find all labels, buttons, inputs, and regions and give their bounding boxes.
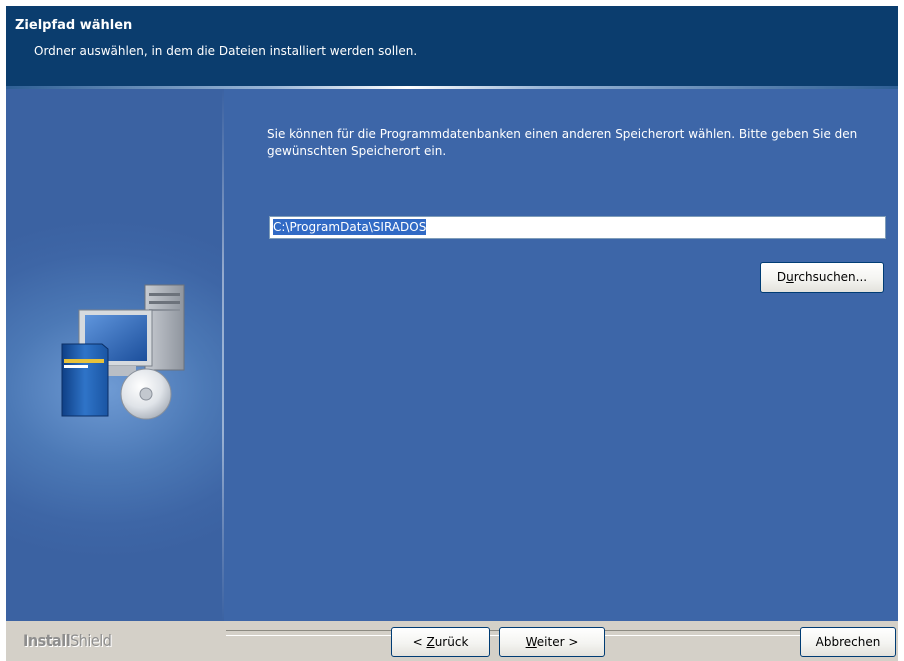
back-label-accel: Z: [426, 635, 435, 649]
page-subtitle: Ordner auswählen, in dem die Dateien ins…: [34, 44, 418, 58]
brand-light: Shield: [70, 631, 112, 650]
back-label-post: urück: [434, 635, 469, 649]
button-bar: InstallShield < Zurück Weiter > Abbreche…: [6, 621, 898, 661]
side-banner: [6, 89, 224, 621]
next-button[interactable]: Weiter >: [499, 627, 605, 657]
installshield-logo: InstallShield: [23, 631, 112, 650]
page-title: Zielpfad wählen: [15, 18, 133, 33]
brand-bold: Install: [23, 631, 71, 650]
browse-label-accel: u: [786, 270, 794, 284]
dialog-header: Zielpfad wählen Ordner auswählen, in dem…: [6, 6, 898, 86]
install-path-input[interactable]: C:\ProgramData\SIRADOS: [269, 216, 886, 239]
browse-button[interactable]: Durchsuchen...: [760, 262, 884, 293]
browse-label-post: rchsuchen...: [793, 270, 868, 284]
content-panel: Sie können für die Programmdatenbanken e…: [224, 89, 898, 621]
next-label-accel: W: [525, 635, 537, 649]
back-label-pre: <: [412, 635, 427, 649]
description-text: Sie können für die Programmdatenbanken e…: [267, 127, 858, 158]
browse-label-pre: D: [776, 270, 787, 284]
install-path-value: C:\ProgramData\SIRADOS: [273, 219, 427, 235]
installer-dialog: Zielpfad wählen Ordner auswählen, in dem…: [6, 6, 898, 661]
computer-setup-illustration-icon: [61, 284, 185, 420]
cancel-button[interactable]: Abbrechen: [800, 627, 896, 657]
next-label-post: eiter >: [536, 635, 579, 649]
back-button[interactable]: < Zurück: [391, 627, 490, 657]
